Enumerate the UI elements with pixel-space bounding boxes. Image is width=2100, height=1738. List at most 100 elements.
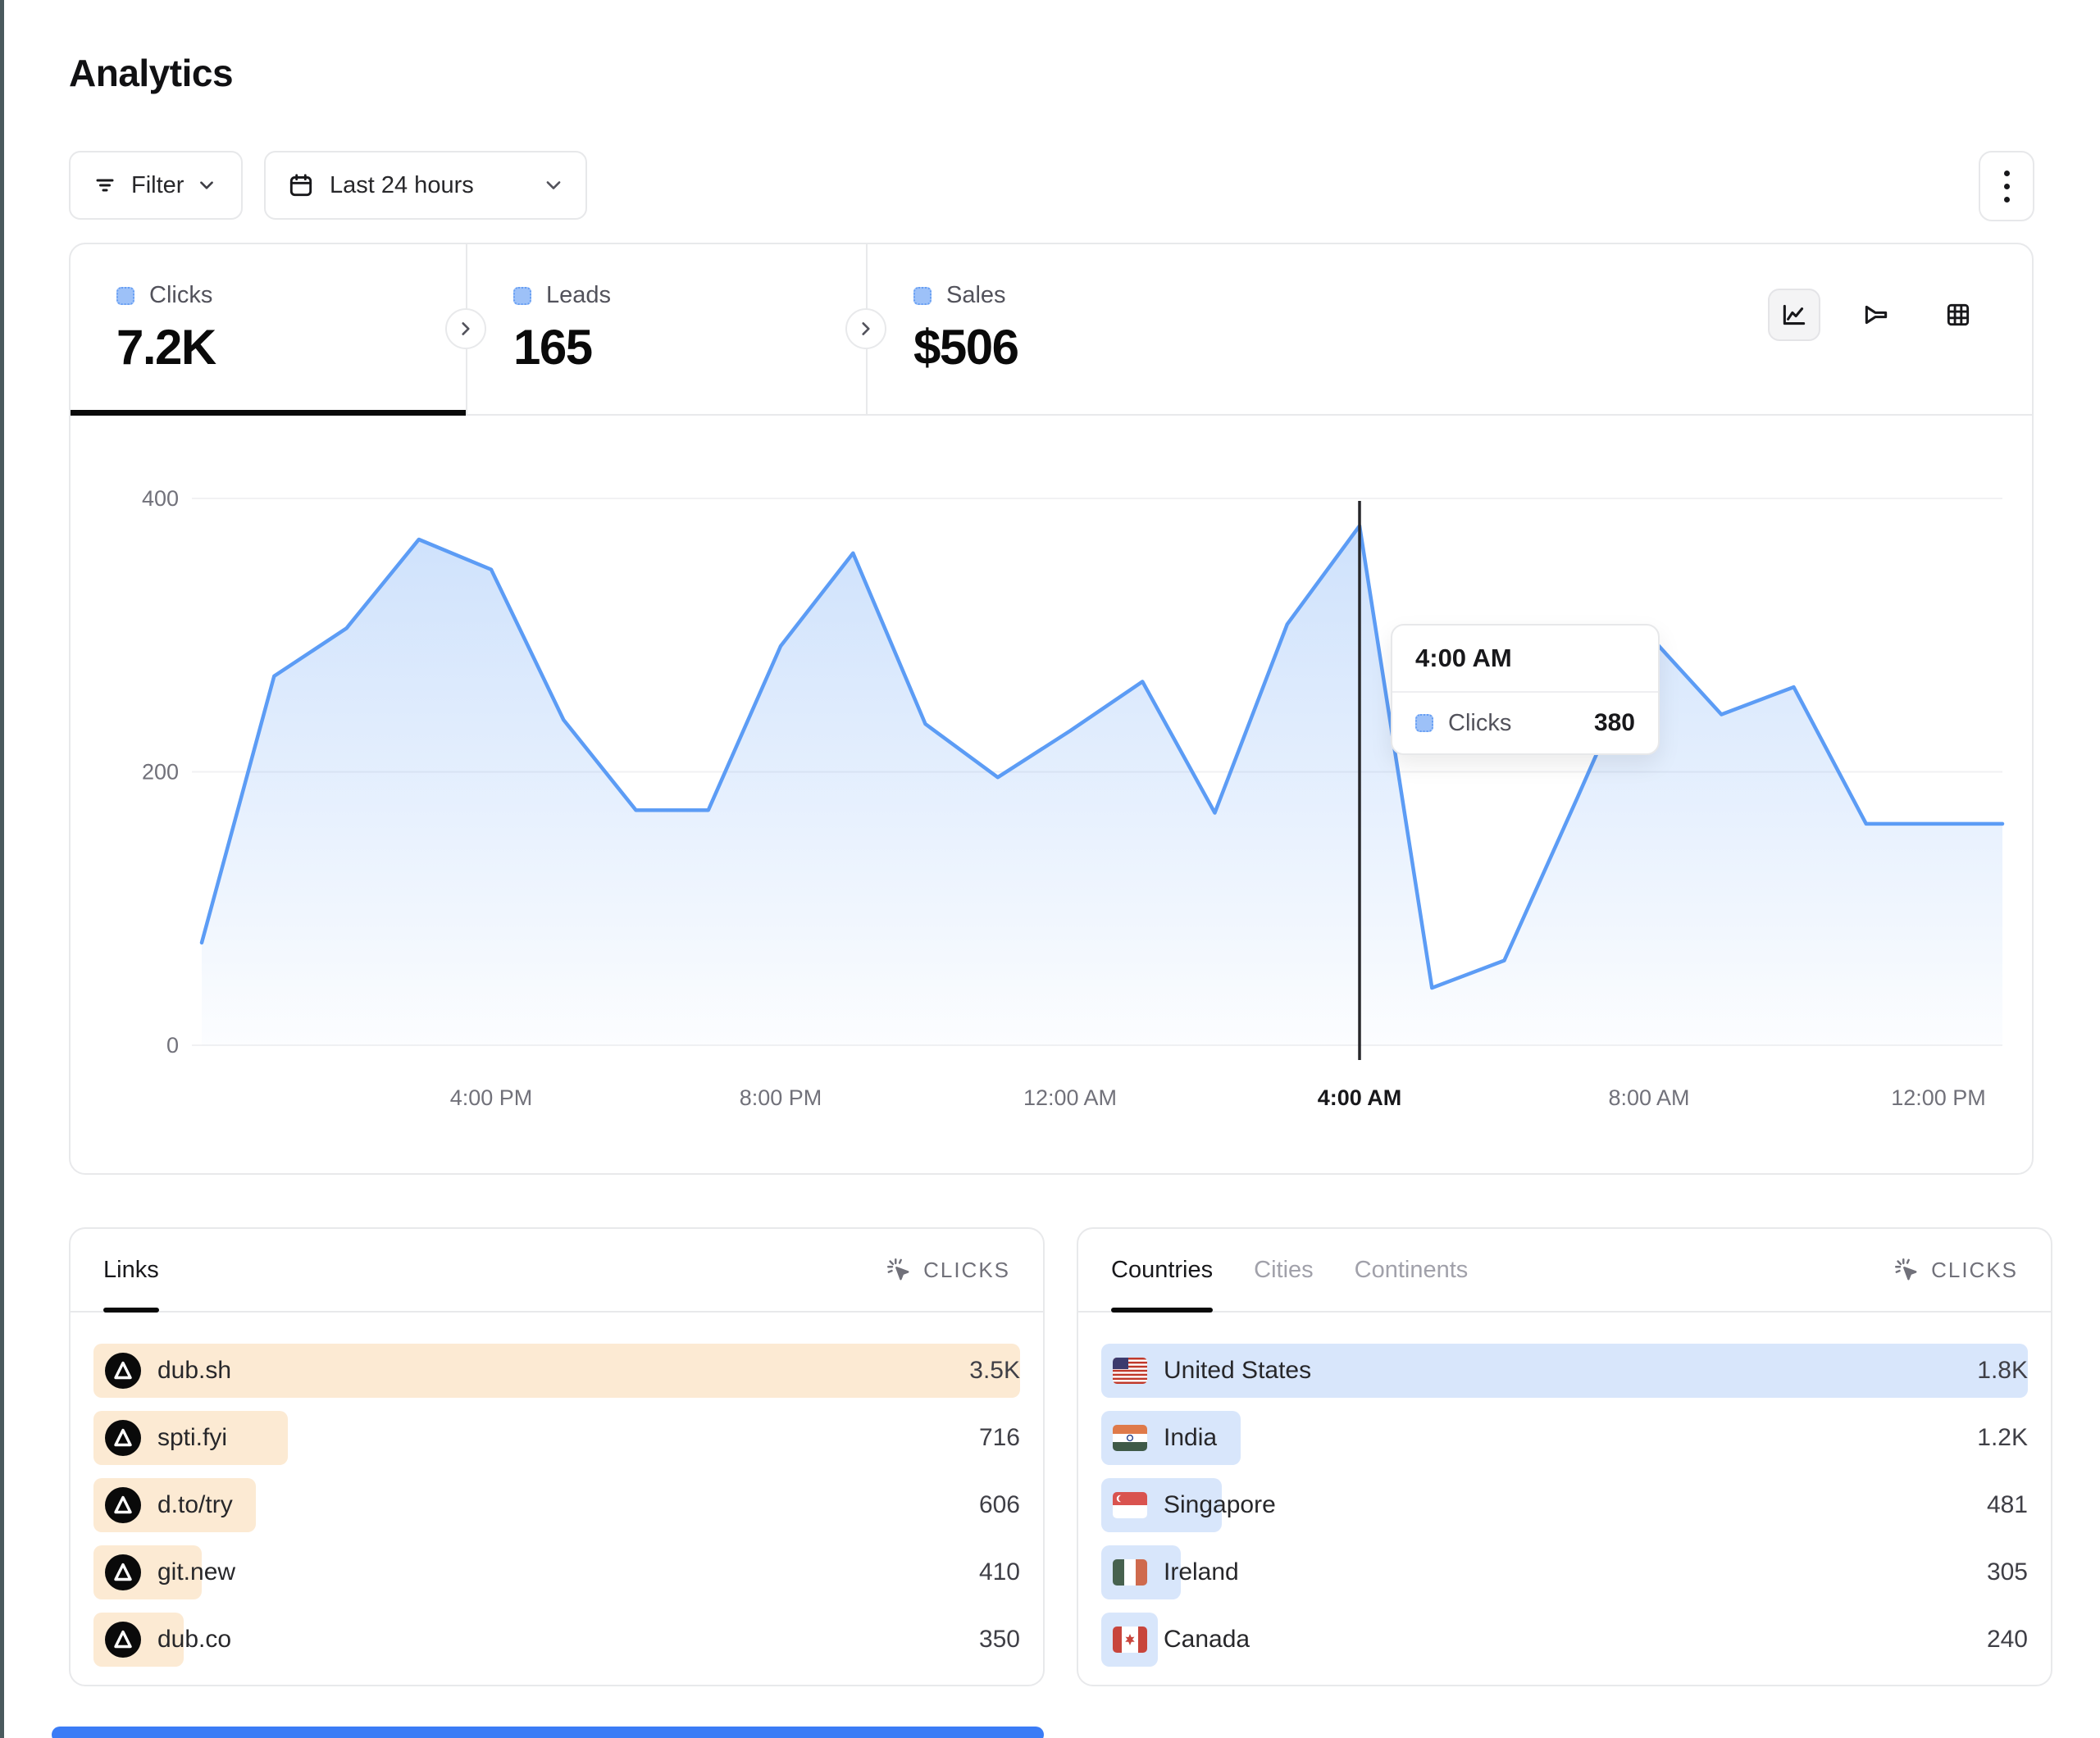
stat-tab-leads[interactable]: Leads 165 xyxy=(466,244,866,414)
value-bar xyxy=(93,1344,1020,1398)
analytics-page: Analytics Filter Last 24 hours Clicks xyxy=(0,0,2100,1738)
filter-button[interactable]: Filter xyxy=(69,151,243,220)
metric-label: CLICKS xyxy=(1931,1258,2018,1283)
x-axis-tick: 8:00 AM xyxy=(1608,1085,1689,1110)
calendar-icon xyxy=(287,171,315,199)
table-view-button[interactable] xyxy=(1932,289,1984,341)
links-list: dub.sh 3.5K spti.fyi 716 d.to/try 606 git.new4… xyxy=(71,1313,1043,1667)
list-item[interactable]: d.to/try 606 xyxy=(93,1478,1020,1532)
list-item[interactable]: Ireland 305 xyxy=(1101,1545,2028,1599)
item-label: dub.co xyxy=(157,1626,231,1654)
stat-value: 7.2K xyxy=(116,319,466,375)
tab-links[interactable]: Links xyxy=(103,1229,159,1311)
cursor-click-icon xyxy=(886,1257,912,1283)
x-axis-tick: 12:00 AM xyxy=(1023,1085,1117,1110)
item-label: India xyxy=(1164,1424,1217,1452)
us-flag-icon xyxy=(1113,1358,1147,1384)
list-item[interactable]: dub.sh 3.5K xyxy=(93,1344,1020,1398)
item-label: Ireland xyxy=(1164,1558,1239,1586)
item-label: git.new xyxy=(157,1558,235,1586)
expand-leads-button[interactable] xyxy=(445,308,486,349)
item-label: Canada xyxy=(1164,1626,1250,1654)
filter-button-label: Filter xyxy=(131,172,184,199)
page-title: Analytics xyxy=(69,51,233,95)
dub-logo-icon xyxy=(105,1487,141,1523)
y-axis-tick: 400 xyxy=(142,486,179,511)
links-panel-header: Links CLICKS xyxy=(71,1229,1043,1313)
item-clicks-value: 481 xyxy=(1987,1491,2028,1519)
x-axis-tick: 4:00 PM xyxy=(450,1085,533,1110)
chart-canvas[interactable]: 400 200 0 4:00 PM 8:00 PM 12:00 AM 4:00 AM 8:00… xyxy=(71,414,2032,1173)
x-axis-tick: 8:00 PM xyxy=(740,1085,822,1110)
sg-flag-icon xyxy=(1113,1492,1147,1518)
sales-legend-swatch xyxy=(913,287,932,305)
item-clicks-value: 305 xyxy=(1987,1558,2028,1586)
list-item[interactable]: dub.co 350 xyxy=(93,1613,1020,1667)
metric-selector-clicks[interactable]: CLICKS xyxy=(886,1257,1010,1283)
item-clicks-value: 240 xyxy=(1987,1626,2028,1654)
ie-flag-icon xyxy=(1113,1559,1147,1586)
dub-logo-icon xyxy=(105,1420,141,1456)
chevron-down-icon xyxy=(543,175,564,196)
list-item[interactable]: India1.2K xyxy=(1101,1411,2028,1465)
x-axis-tick: 12:00 PM xyxy=(1891,1085,1986,1110)
list-item[interactable]: Singapore481 xyxy=(1101,1478,2028,1532)
stat-value: 165 xyxy=(513,319,866,375)
list-item[interactable]: git.new410 xyxy=(93,1545,1020,1599)
tab-continents[interactable]: Continents xyxy=(1355,1229,1469,1311)
bottom-partial-banner[interactable] xyxy=(52,1727,1044,1738)
table-grid-icon xyxy=(1943,300,1973,330)
tooltip-time: 4:00 AM xyxy=(1392,626,1658,693)
list-item[interactable]: spti.fyi 716 xyxy=(93,1411,1020,1465)
funnel-icon xyxy=(1861,300,1891,330)
metric-selector-clicks[interactable]: CLICKS xyxy=(1893,1257,2018,1283)
chevron-right-icon xyxy=(457,320,475,338)
y-axis-tick: 200 xyxy=(142,760,179,785)
stat-tab-clicks[interactable]: Clicks 7.2K xyxy=(71,244,466,414)
analytics-card: Clicks 7.2K Leads 165 Sales $506 xyxy=(69,243,2034,1175)
tab-countries[interactable]: Countries xyxy=(1111,1229,1213,1311)
in-flag-icon xyxy=(1113,1425,1147,1451)
filter-icon xyxy=(92,172,118,198)
tab-cities[interactable]: Cities xyxy=(1254,1229,1314,1311)
stat-label: Sales xyxy=(946,282,1006,309)
area-fill xyxy=(202,525,2002,1045)
list-item[interactable]: United States1.8K xyxy=(1101,1344,2028,1398)
countries-panel: Countries Cities Continents CLICKS United … xyxy=(1077,1227,2052,1686)
item-label: United States xyxy=(1164,1357,1311,1385)
item-label: dub.sh xyxy=(157,1357,231,1385)
line-chart-view-button[interactable] xyxy=(1768,289,1820,341)
item-clicks-value: 716 xyxy=(979,1424,1020,1452)
date-range-button[interactable]: Last 24 hours xyxy=(264,151,587,220)
item-clicks-value: 606 xyxy=(979,1491,1020,1519)
more-options-button[interactable] xyxy=(1979,151,2034,221)
funnel-view-button[interactable] xyxy=(1850,289,1902,341)
line-chart-icon xyxy=(1779,300,1809,330)
x-axis-tick: 4:00 AM xyxy=(1318,1085,1402,1110)
item-label: spti.fyi xyxy=(157,1424,227,1452)
item-label: d.to/try xyxy=(157,1491,233,1519)
dub-logo-icon xyxy=(105,1554,141,1590)
chart-tooltip: 4:00 AM Clicks 380 xyxy=(1391,624,1660,755)
expand-sales-button[interactable] xyxy=(845,308,886,349)
chevron-down-icon xyxy=(197,175,216,195)
dub-logo-icon xyxy=(105,1622,141,1658)
tooltip-legend-swatch xyxy=(1415,714,1433,732)
links-panel: Links CLICKS dub.sh 3.5K spti.fyi 716 d.to/t… xyxy=(69,1227,1045,1686)
y-axis-tick: 0 xyxy=(166,1033,179,1058)
leads-legend-swatch xyxy=(513,287,531,305)
clicks-area-chart[interactable]: 400 200 0 4:00 PM 8:00 PM 12:00 AM 4:00 AM 8:00… xyxy=(71,414,2032,1173)
tooltip-series-label: Clicks xyxy=(1448,710,1511,737)
countries-panel-header: Countries Cities Continents CLICKS xyxy=(1078,1229,2051,1313)
list-item[interactable]: Canada 240 xyxy=(1101,1613,2028,1667)
left-edge-strip xyxy=(0,0,4,1738)
clicks-legend-swatch xyxy=(116,287,134,305)
item-clicks-value: 3.5K xyxy=(969,1357,1020,1385)
stat-label: Clicks xyxy=(149,282,212,309)
dub-logo-icon xyxy=(105,1353,141,1389)
item-clicks-value: 350 xyxy=(979,1626,1020,1654)
chart-type-switcher xyxy=(1768,289,1984,341)
countries-list: United States1.8K India1.2K Singapore481 Ir… xyxy=(1078,1313,2051,1667)
metric-label: CLICKS xyxy=(923,1258,1010,1283)
stats-tabs-row: Clicks 7.2K Leads 165 Sales $506 xyxy=(71,244,2032,416)
